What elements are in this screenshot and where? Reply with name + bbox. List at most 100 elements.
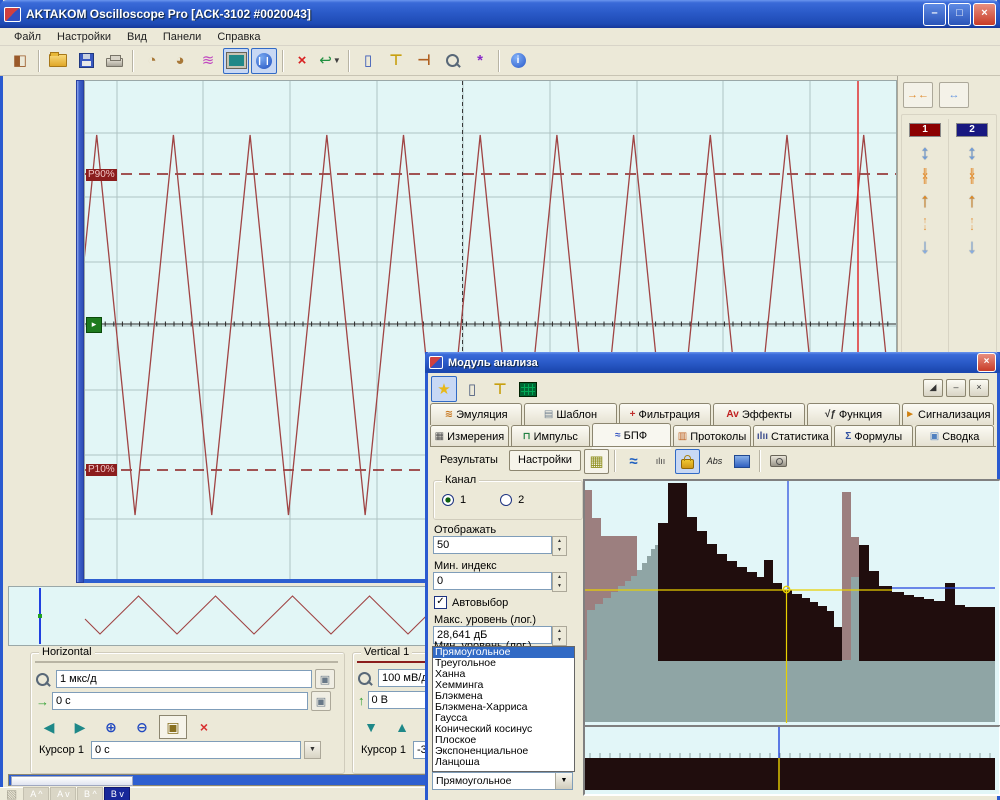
- spinner-buttons[interactable]: ▲▼: [552, 572, 567, 592]
- spinner-buttons[interactable]: ▲▼: [552, 536, 567, 556]
- menu-item[interactable]: Панели: [155, 29, 209, 45]
- compress-horizontal-button[interactable]: →←: [903, 82, 933, 108]
- auto-offset-button[interactable]: ▣: [311, 691, 331, 711]
- channel2-radio[interactable]: [500, 494, 512, 506]
- compress-vertical-button[interactable]: ⇓⇑: [920, 169, 929, 185]
- lock-button[interactable]: [675, 449, 700, 474]
- scope-screen-button[interactable]: [515, 376, 541, 402]
- tab-Формулы[interactable]: ΣФормулы: [834, 425, 913, 447]
- scroll-left-button[interactable]: ◀: [35, 715, 63, 739]
- tab-Импульс[interactable]: ⊓Импульс: [511, 425, 590, 447]
- scope-vertical-scrollbar[interactable]: [76, 80, 84, 583]
- grid-button[interactable]: ▦: [584, 449, 609, 474]
- shift-down-button[interactable]: ▼: [357, 715, 385, 739]
- exit-button[interactable]: ◧: [7, 48, 33, 74]
- scroll-right-button[interactable]: ▶: [66, 715, 94, 739]
- subtab-settings[interactable]: Настройки: [509, 450, 581, 471]
- channel-view-toggle[interactable]: B v: [104, 787, 130, 800]
- save-button[interactable]: [73, 48, 99, 74]
- open-button[interactable]: [45, 48, 71, 74]
- bars-mode-button[interactable]: ılıı: [648, 449, 673, 474]
- stop-acquisition-button[interactable]: ×: [289, 48, 315, 74]
- print-button[interactable]: [101, 48, 127, 74]
- fine-shift-button[interactable]: ↑↓: [970, 217, 975, 231]
- cursor1-time-field[interactable]: 0 с: [91, 741, 301, 759]
- tab-Сигнализация[interactable]: ►Сигнализация: [902, 403, 994, 425]
- channel-view-toggle[interactable]: A v: [50, 787, 76, 800]
- close-button[interactable]: ×: [973, 3, 996, 26]
- tab-Сводка[interactable]: ▣Сводка: [915, 425, 994, 447]
- fft-chart[interactable]: [583, 479, 1000, 729]
- dropdown-arrow-icon[interactable]: ▼: [333, 56, 341, 65]
- expand-vertical-button[interactable]: ↕: [967, 143, 977, 163]
- favorite-button[interactable]: ★: [431, 376, 457, 402]
- panel-button[interactable]: ▯: [459, 376, 485, 402]
- dialog-title-bar[interactable]: Модуль анализа ×: [425, 352, 1000, 373]
- tab-Функция[interactable]: √ƒФункция: [807, 403, 899, 425]
- shift-up-button[interactable]: ↑: [920, 191, 930, 211]
- menu-item[interactable]: Настройки: [49, 29, 119, 45]
- shift-down-button[interactable]: ↓: [920, 237, 930, 257]
- abs-button[interactable]: Abs: [702, 449, 727, 474]
- fft-overview-strip[interactable]: [583, 725, 1000, 796]
- fine-shift-button[interactable]: ↑↓: [923, 217, 928, 231]
- dialog-minimize-button[interactable]: –: [946, 379, 966, 397]
- help-button[interactable]: i: [505, 48, 531, 74]
- window-function-combo[interactable]: Прямоугольное ▼: [432, 772, 573, 790]
- shift-down-button[interactable]: ↓: [967, 237, 977, 257]
- dialog-close-panel-button[interactable]: ×: [969, 379, 989, 397]
- min-index-value[interactable]: 0: [433, 572, 552, 590]
- zoom-fit-button[interactable]: ▣: [159, 715, 187, 739]
- draw-mode-button[interactable]: ≈: [621, 449, 646, 474]
- expand-horizontal-button[interactable]: ↔: [939, 82, 969, 108]
- tab-Фильтрация[interactable]: +Фильтрация: [619, 403, 711, 425]
- min-index-spinner[interactable]: 0 ▲▼: [433, 572, 567, 592]
- display-button[interactable]: [223, 48, 249, 74]
- tab-Протоколы[interactable]: ▥Протоколы: [673, 425, 752, 447]
- subtab-results[interactable]: Результаты: [432, 451, 506, 470]
- channel-view-toggle[interactable]: A ^: [23, 787, 49, 800]
- channel-view-toggle[interactable]: B ^: [77, 787, 103, 800]
- tab-БПФ[interactable]: ≈БПФ: [592, 423, 671, 447]
- list-item[interactable]: Ланцоша: [433, 757, 574, 768]
- wand-button[interactable]: *: [467, 48, 493, 74]
- menu-item[interactable]: Вид: [119, 29, 155, 45]
- window-function-list[interactable]: ПрямоугольноеТреугольноеХаннаХеммингаБлэ…: [432, 646, 575, 772]
- waves-button[interactable]: ≋: [195, 48, 221, 74]
- maximize-button[interactable]: □: [948, 3, 971, 26]
- menu-item[interactable]: Справка: [209, 29, 268, 45]
- autoselect-checkbox[interactable]: ✓: [434, 596, 447, 609]
- time-offset-field[interactable]: 0 с: [52, 692, 308, 710]
- combo-dropdown-button[interactable]: ▼: [555, 773, 572, 789]
- measure-tool-button[interactable]: ⊤: [487, 376, 513, 402]
- compress-vertical-button[interactable]: ⇓⇑: [967, 169, 976, 185]
- scrollbar-thumb[interactable]: [11, 776, 133, 786]
- calibration-button[interactable]: ◕: [167, 48, 193, 74]
- dialog-close-button[interactable]: ×: [977, 353, 996, 372]
- display-count-value[interactable]: 50: [433, 536, 552, 554]
- measure-tools-button[interactable]: ⊤: [383, 48, 409, 74]
- zoom-clear-button[interactable]: ×: [190, 715, 218, 739]
- title-bar[interactable]: AKTAKOM Oscilloscope Pro [АСК-3102 #0020…: [0, 0, 1000, 28]
- menu-item[interactable]: Файл: [6, 29, 49, 45]
- pause-button[interactable]: ❙❙: [251, 48, 277, 74]
- channel1-radio[interactable]: [442, 494, 454, 506]
- table-button[interactable]: [729, 449, 754, 474]
- restore-button[interactable]: ↩▼: [317, 48, 343, 74]
- tab-Статистика[interactable]: ılııСтатистика: [753, 425, 832, 447]
- spinner-buttons[interactable]: ▲▼: [552, 626, 567, 646]
- auto-scale-button[interactable]: ▣: [315, 669, 335, 689]
- zoom-in-button[interactable]: ⊕: [97, 715, 125, 739]
- device-settings-button[interactable]: ◔: [139, 48, 165, 74]
- display-count-spinner[interactable]: 50 ▲▼: [433, 536, 567, 556]
- minimize-button[interactable]: –: [923, 3, 946, 26]
- shift-up-button[interactable]: ↑: [967, 191, 977, 211]
- dialog-rollup-button[interactable]: ◢: [923, 379, 943, 397]
- tab-Эмуляция[interactable]: ≋Эмуляция: [430, 403, 522, 425]
- info-panel-button[interactable]: ▯: [355, 48, 381, 74]
- shift-up-button[interactable]: ▲: [388, 715, 416, 739]
- expand-vertical-button[interactable]: ↕: [920, 143, 930, 163]
- instrument-button[interactable]: ⊣: [411, 48, 437, 74]
- tab-Измерения[interactable]: ▦Измерения: [430, 425, 509, 447]
- camera-button[interactable]: [766, 449, 791, 474]
